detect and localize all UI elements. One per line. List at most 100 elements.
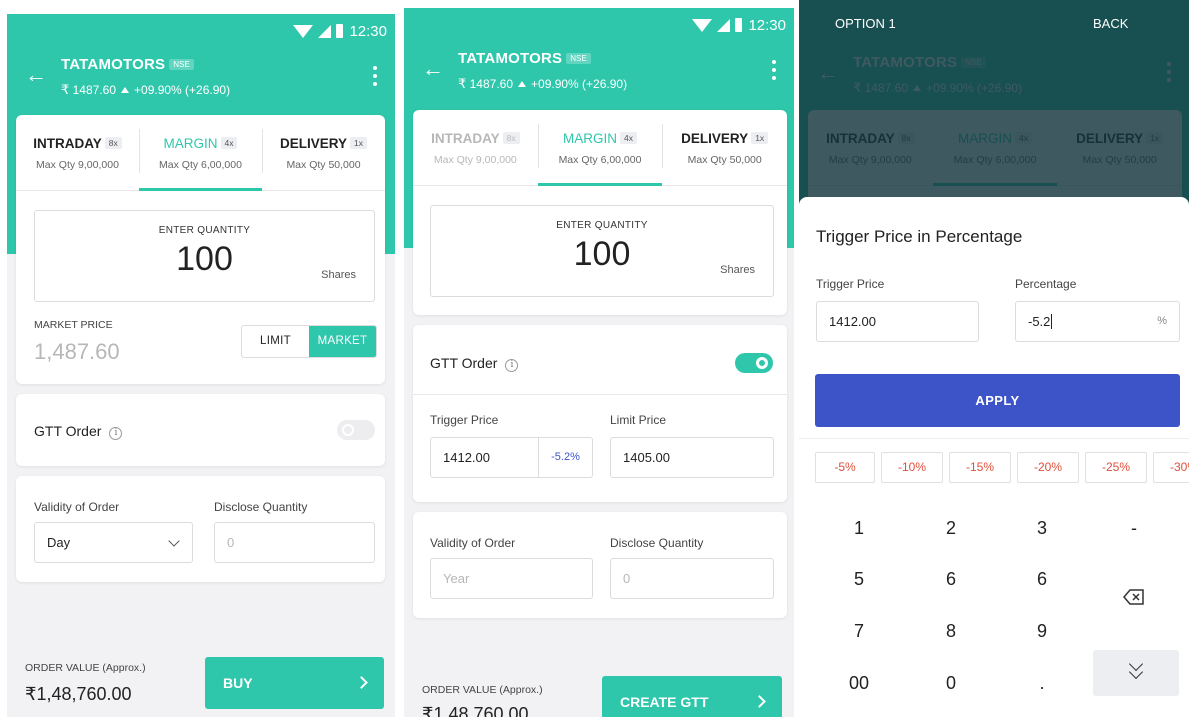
status-bar: 12:30 [7, 14, 395, 48]
battery-icon [336, 24, 343, 38]
gtt-order-label: GTT Order i [430, 355, 519, 372]
tab-margin[interactable]: MARGIN 4x Max Qty 6,00,000 [139, 115, 262, 191]
trigger-price-input[interactable]: 1412.00 [816, 301, 979, 342]
key-9[interactable]: 9 [1007, 621, 1077, 642]
back-arrow-icon[interactable]: ← [422, 58, 444, 80]
sheet-title: Trigger Price in Percentage [816, 227, 1023, 246]
gtt-card: GTT Order i Trigger Price 1412.00 -5.2% Li… [413, 325, 787, 502]
back-arrow-icon[interactable]: ← [25, 64, 47, 86]
product-tabs: INTRADAY 8x Max Qty 9,00,000 MARGIN 4x Max… [16, 115, 385, 191]
chip-minus-15[interactable]: -15% [949, 452, 1011, 483]
option-1-label[interactable]: OPTION 1 [835, 16, 896, 31]
disclose-label: Disclose Quantity [214, 500, 308, 514]
key-3[interactable]: 3 [1007, 518, 1077, 539]
order-type-toggle: LIMIT MARKET [241, 325, 377, 358]
up-triangle-icon [121, 87, 130, 93]
screen-2-gtt-order: 12:30 ← TATAMOTORS NSE ₹ 1487.60 +09.90% (… [404, 8, 794, 717]
key-00[interactable]: 00 [824, 673, 894, 694]
info-icon[interactable]: i [109, 427, 123, 440]
status-time: 12:30 [349, 23, 387, 40]
trigger-price-input[interactable]: 1412.00 -5.2% [430, 437, 593, 478]
ticker-info: TATAMOTORSNSE ₹ 1487.60+09.90% (+26.90) [458, 50, 627, 92]
tab-delivery[interactable]: DELIVERY 1x Max Qty 50,000 [662, 110, 787, 185]
stock-price-line: ₹ 1487.60 +09.90% (+26.90) [61, 82, 231, 97]
validity-select[interactable]: Day [34, 522, 193, 563]
key-5[interactable]: 5 [824, 569, 894, 590]
validity-card: Validity of Order Day Disclose Quantity … [16, 476, 385, 582]
back-button[interactable]: BACK [1093, 16, 1128, 31]
tab-divider [262, 129, 263, 173]
trigger-price-label: Trigger Price [430, 413, 499, 427]
order-value-label: ORDER VALUE (Approx.) [422, 684, 543, 696]
more-options-icon[interactable] [772, 60, 776, 80]
percentage-chips: -5%-10%-15%-20%-25%-30% [815, 452, 1189, 488]
key-0[interactable]: 0 [916, 673, 986, 694]
stock-price-line: ₹ 1487.60 +09.90% (+26.90) [458, 76, 628, 91]
key-decimal[interactable]: . [1007, 673, 1077, 694]
chip-minus-10[interactable]: -10% [881, 452, 943, 483]
validity-label: Validity of Order [34, 500, 120, 514]
chip-minus-30[interactable]: -30% [1153, 452, 1189, 483]
collapse-keyboard-button[interactable] [1093, 650, 1179, 696]
limit-button[interactable]: LIMIT [242, 326, 309, 357]
more-options-icon[interactable] [373, 66, 377, 86]
stock-name: TATAMOTORS [458, 50, 563, 67]
backspace-icon[interactable] [1123, 589, 1145, 605]
create-gtt-button[interactable]: CREATE GTT [602, 676, 782, 717]
key-2[interactable]: 2 [916, 518, 986, 539]
quantity-input[interactable]: ENTER QUANTITY 100 Shares [430, 205, 774, 297]
buy-button[interactable]: BUY [205, 657, 384, 709]
market-price-label: MARKET PRICE [34, 319, 113, 331]
percentage-label: Percentage [1015, 277, 1077, 291]
key-6-b[interactable]: 6 [1007, 569, 1077, 590]
quantity-input[interactable]: ENTER QUANTITY 100 Shares [34, 210, 375, 302]
divider [799, 438, 1189, 439]
validity-label: Validity of Order [430, 536, 516, 550]
trigger-price-label: Trigger Price [816, 277, 885, 291]
chip-minus-25[interactable]: -25% [1085, 452, 1147, 483]
info-icon[interactable]: i [505, 359, 519, 372]
ticker-info: TATAMOTORSNSE ₹ 1487.60+09.90% (+26.90) [61, 56, 230, 98]
signal-icon [717, 19, 730, 32]
gtt-toggle[interactable] [735, 353, 773, 373]
key-7[interactable]: 7 [824, 621, 894, 642]
tab-intraday[interactable]: INTRADAY 8x Max Qty 9,00,000 [413, 110, 538, 185]
percentage-input[interactable]: -5.2% [1015, 301, 1180, 342]
text-cursor [1051, 314, 1053, 329]
chip-minus-5[interactable]: -5% [815, 452, 875, 483]
tab-intraday[interactable]: INTRADAY 8x Max Qty 9,00,000 [16, 115, 139, 190]
limit-price-input[interactable]: 1405.00 [610, 437, 774, 478]
limit-price-label: Limit Price [610, 413, 667, 427]
exchange-badge: NSE [566, 53, 591, 64]
stock-change: +09.90% (+26.90) [531, 77, 628, 91]
validity-card: Validity of Order Year Disclose Quantity… [413, 512, 787, 618]
key-8[interactable]: 8 [916, 621, 986, 642]
disclose-quantity-input[interactable]: 0 [214, 522, 375, 563]
trigger-percent-tag[interactable]: -5.2% [538, 438, 592, 477]
exchange-badge: NSE [169, 59, 194, 70]
key-minus[interactable]: - [1099, 518, 1169, 539]
chevron-right-icon [753, 695, 766, 708]
key-1[interactable]: 1 [824, 518, 894, 539]
market-button[interactable]: MARKET [309, 326, 376, 357]
tab-delivery[interactable]: DELIVERY 1x Max Qty 50,000 [262, 115, 385, 190]
gtt-card: GTT Order i [16, 394, 385, 466]
stock-price: 1487.60 [72, 83, 117, 97]
chip-minus-20[interactable]: -20% [1017, 452, 1079, 483]
wifi-icon [293, 25, 313, 38]
signal-icon [318, 25, 331, 38]
gtt-order-label: GTT Order i [34, 423, 123, 440]
numeric-keypad: 1 2 3 - 5 6 6 7 8 9 00 0 . [799, 501, 1189, 717]
disclose-quantity-input[interactable]: 0 [610, 558, 774, 599]
tab-margin[interactable]: MARGIN 4x Max Qty 6,00,000 [537, 110, 663, 186]
stock-name: TATAMOTORS [61, 56, 166, 73]
tab-divider [538, 124, 539, 168]
stock-price: 1487.60 [469, 77, 514, 91]
apply-button[interactable]: APPLY [815, 374, 1180, 427]
disclose-label: Disclose Quantity [610, 536, 704, 550]
gtt-toggle[interactable] [337, 420, 375, 440]
trigger-percentage-sheet: Trigger Price in Percentage Trigger Pric… [799, 197, 1189, 717]
key-6[interactable]: 6 [916, 569, 986, 590]
validity-input[interactable]: Year [430, 558, 593, 599]
chevron-right-icon [355, 676, 368, 689]
